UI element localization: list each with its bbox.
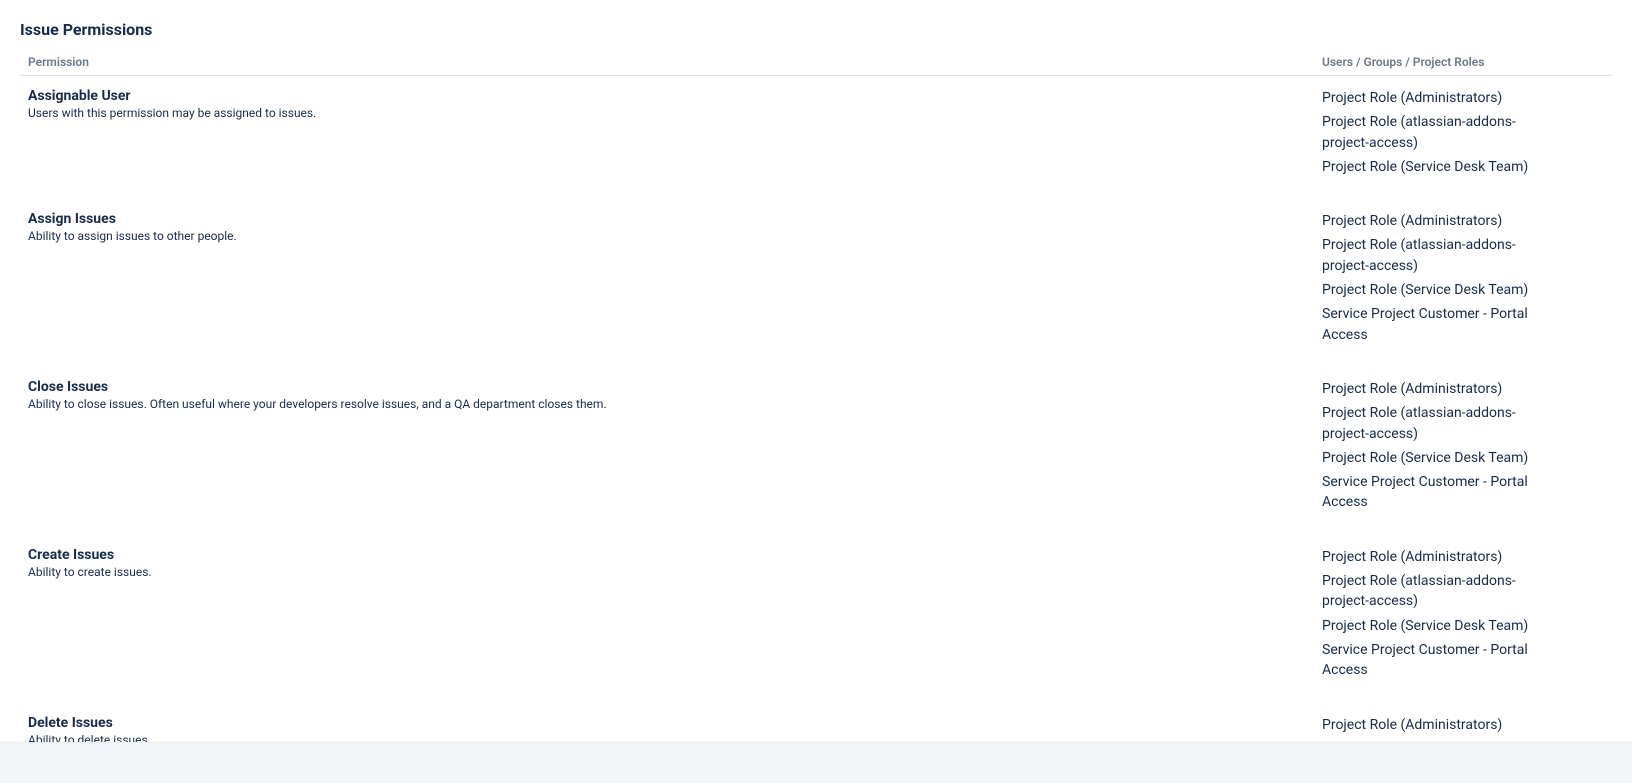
header-permission: Permission — [20, 49, 1314, 76]
permission-description: Ability to assign issues to other people… — [28, 229, 1306, 243]
role-item: Project Role (Service Desk Team) — [1322, 280, 1542, 300]
role-item: Project Role (atlassian-addons-project-a… — [1322, 571, 1542, 612]
permission-cell: Assignable User Users with this permissio… — [20, 76, 1314, 200]
role-item: Project Role (atlassian-addons-project-a… — [1322, 403, 1542, 444]
roles-cell: Project Role (Administrators) Project Rol… — [1314, 535, 1612, 703]
permission-row: Assignable User Users with this permissio… — [20, 76, 1612, 200]
role-item: Project Role (atlassian-addons-project-a… — [1322, 235, 1542, 276]
permission-row: Delete Issues Ability to delete issues. Pr… — [20, 703, 1612, 742]
permission-description: Users with this permission may be assign… — [28, 106, 1306, 120]
section-title: Issue Permissions — [20, 20, 1612, 39]
permission-cell: Create Issues Ability to create issues. — [20, 535, 1314, 703]
permission-description: Ability to close issues. Often useful wh… — [28, 397, 1306, 411]
role-item: Project Role (Service Desk Team) — [1322, 157, 1542, 177]
role-item: Project Role (Administrators) — [1322, 379, 1542, 399]
permission-name: Close Issues — [28, 379, 1306, 395]
role-item: Project Role (Service Desk Team) — [1322, 616, 1542, 636]
roles-cell: Project Role (Administrators) Project Rol… — [1314, 199, 1612, 367]
header-roles: Users / Groups / Project Roles — [1314, 49, 1612, 76]
permission-description: Ability to delete issues. — [28, 733, 1306, 742]
bottom-bar — [0, 742, 1632, 783]
role-item: Service Project Customer - Portal Access — [1322, 304, 1542, 345]
roles-cell: Project Role (Administrators) Project Rol… — [1314, 367, 1612, 535]
role-item: Project Role (atlassian-addons-project-a… — [1322, 112, 1542, 153]
permission-name: Create Issues — [28, 547, 1306, 563]
role-item: Service Project Customer - Portal Access — [1322, 640, 1542, 681]
roles-cell: Project Role (Administrators) Project Rol… — [1314, 76, 1612, 200]
permission-name: Assignable User — [28, 88, 1306, 104]
permission-row: Close Issues Ability to close issues. Oft… — [20, 367, 1612, 535]
permission-cell: Close Issues Ability to close issues. Oft… — [20, 367, 1314, 535]
permission-name: Assign Issues — [28, 211, 1306, 227]
permission-cell: Delete Issues Ability to delete issues. — [20, 703, 1314, 742]
role-item: Project Role (Administrators) — [1322, 547, 1542, 567]
permissions-table: Permission Users / Groups / Project Role… — [20, 49, 1612, 742]
role-item: Project Role (Administrators) — [1322, 715, 1542, 735]
permission-name: Delete Issues — [28, 715, 1306, 731]
role-item: Project Role (Administrators) — [1322, 211, 1542, 231]
permission-row: Create Issues Ability to create issues. Pr… — [20, 535, 1612, 703]
role-item: Service Project Customer - Portal Access — [1322, 472, 1542, 513]
roles-cell: Project Role (Administrators)Project Rol… — [1314, 703, 1612, 742]
permission-description: Ability to create issues. — [28, 565, 1306, 579]
permission-cell: Assign Issues Ability to assign issues to… — [20, 199, 1314, 367]
permission-row: Assign Issues Ability to assign issues to… — [20, 199, 1612, 367]
role-item: Project Role (Service Desk Team) — [1322, 448, 1542, 468]
role-item: Project Role (Administrators) — [1322, 88, 1542, 108]
